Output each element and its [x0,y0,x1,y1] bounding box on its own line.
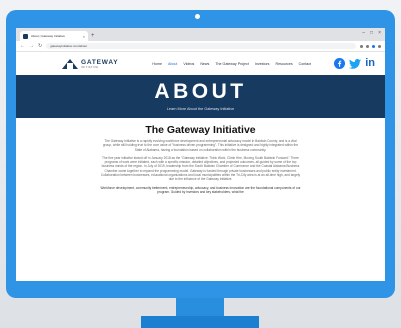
forward-button[interactable]: → [29,43,34,49]
address-input[interactable]: gatewayinitiative.com/about [46,43,356,49]
minimize-button[interactable]: – [362,30,365,36]
intro-paragraph: The Gateway Initiative is a rapidly evol… [102,139,299,152]
monitor-screen: About | Gateway Initiative × + – □ × ← →… [16,28,385,281]
monitor-stand-neck [176,296,224,318]
window-controls: – □ × [362,30,381,36]
profile-icon[interactable] [372,44,375,48]
twitter-icon[interactable] [349,58,362,69]
nav-gateway-project[interactable]: The Gateway Project [215,62,249,66]
extension-icons [360,44,381,48]
nav-home[interactable]: Home [152,62,162,66]
site-header: GATEWAY INITIATIVE Home About Videos New… [16,52,385,75]
nav-videos[interactable]: Videos [183,62,194,66]
hero-subtitle: Learn More About the Gateway Initiative [166,107,235,111]
section-title: The Gateway Initiative [145,124,256,136]
nav-resources[interactable]: Resources [275,62,292,66]
browser-url-bar: ← → ↻ gatewayinitiative.com/about [16,41,385,52]
extension-icon[interactable] [360,44,363,48]
nav-investors[interactable]: Investors [255,62,270,66]
main-nav: Home About Videos News The Gateway Proje… [152,62,311,66]
browser-tab[interactable]: About | Gateway Initiative × [20,31,88,41]
nav-contact[interactable]: Contact [299,62,311,66]
hero-banner: ABOUT Learn More About the Gateway Initi… [16,75,385,118]
logo-name: GATEWAY [81,58,119,66]
facebook-icon[interactable] [334,58,346,69]
hero-title: ABOUT [154,80,247,103]
camera-dot [195,14,200,19]
favicon-icon [23,33,28,39]
gateway-logo[interactable]: GATEWAY INITIATIVE [62,58,119,69]
nav-news[interactable]: News [200,62,209,66]
tab-close-icon[interactable]: × [83,34,85,39]
monitor-stand-base [141,316,259,328]
new-tab-button[interactable]: + [91,31,95,41]
extension-icon[interactable] [366,44,369,48]
tab-title: About | Gateway Initiative [31,34,65,38]
close-window-button[interactable]: × [378,30,381,36]
social-links: in [334,58,375,69]
logo-subtitle: INITIATIVE [81,65,99,69]
back-button[interactable]: ← [20,43,25,49]
linkedin-icon[interactable]: in [365,58,375,69]
mission-paragraph: Workforce development, community betterm… [100,185,301,194]
menu-icon[interactable] [378,44,381,48]
reload-button[interactable]: ↻ [38,43,42,49]
maximize-button[interactable]: □ [370,30,373,36]
content-section: The Gateway Initiative The Gateway Initi… [16,118,385,194]
browser-tab-bar: About | Gateway Initiative × + – □ × [16,28,385,41]
monitor-frame: About | Gateway Initiative × + – □ × ← →… [6,10,395,298]
history-paragraph: The five year initiative kicked off in J… [100,155,301,182]
nav-about[interactable]: About [168,62,177,66]
logo-mark-icon [62,58,78,69]
